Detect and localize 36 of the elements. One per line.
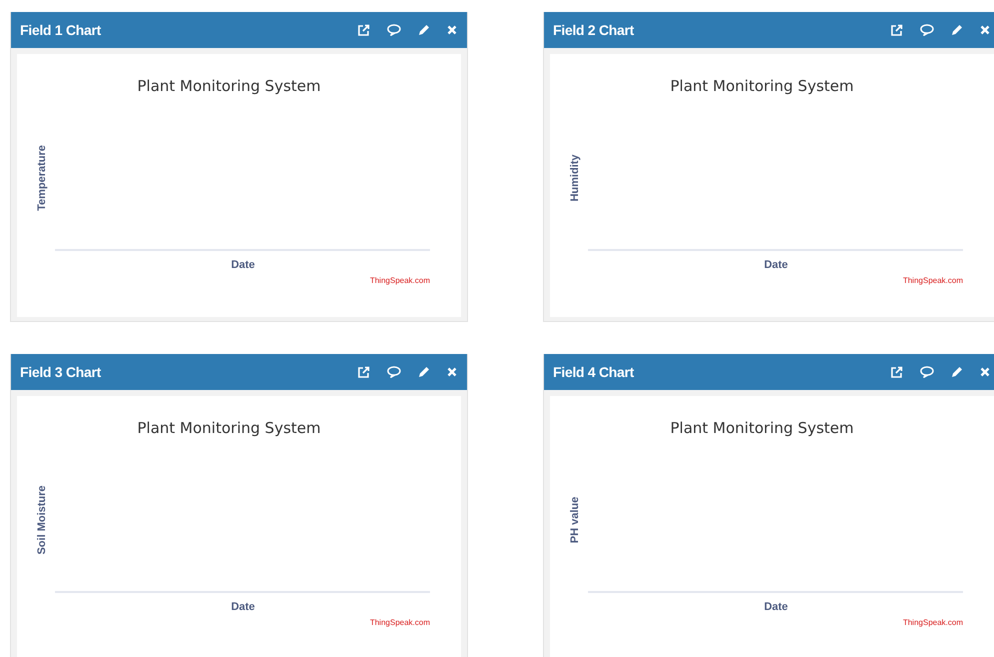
chart-title: Plant Monitoring System (137, 419, 321, 437)
y-axis-label: Humidity (569, 154, 581, 202)
external-link-icon[interactable] (357, 366, 370, 378)
close-icon[interactable] (447, 25, 457, 35)
y-axis-label: Soil Moisture (36, 485, 48, 555)
external-link-icon[interactable] (890, 24, 903, 36)
x-axis-label: Date (231, 601, 255, 613)
y-axis-label: PH value (569, 496, 581, 544)
pencil-icon[interactable] (418, 366, 430, 378)
pencil-icon[interactable] (418, 24, 430, 36)
pencil-icon[interactable] (951, 366, 963, 378)
chart-title: Plant Monitoring System (137, 77, 321, 95)
x-axis-label: Date (764, 601, 788, 613)
y-axis-label: Temperature (36, 145, 48, 211)
external-link-icon[interactable] (357, 24, 370, 36)
card-title: Field 1 Chart (20, 22, 101, 38)
credit-link[interactable]: ThingSpeak.com (902, 276, 963, 285)
pencil-icon[interactable] (951, 24, 963, 36)
comment-icon[interactable] (920, 24, 934, 36)
credit-link[interactable]: ThingSpeak.com (370, 618, 430, 627)
credit-link[interactable]: ThingSpeak.com (902, 618, 963, 627)
credit-link[interactable]: ThingSpeak.com (370, 276, 430, 285)
close-icon[interactable] (980, 25, 990, 35)
x-axis-label: Date (764, 259, 788, 271)
comment-icon[interactable] (387, 366, 401, 378)
x-axis-label: Date (231, 259, 255, 271)
chart-title: Plant Monitoring System (670, 419, 854, 437)
comment-icon[interactable] (387, 24, 401, 36)
card-title: Field 3 Chart (20, 364, 101, 380)
card-title: Field 2 Chart (553, 22, 634, 38)
comment-icon[interactable] (920, 366, 934, 378)
card-title: Field 4 Chart (553, 364, 634, 380)
chart-title: Plant Monitoring System (670, 77, 854, 95)
external-link-icon[interactable] (890, 366, 903, 378)
close-icon[interactable] (980, 367, 990, 377)
close-icon[interactable] (447, 367, 457, 377)
